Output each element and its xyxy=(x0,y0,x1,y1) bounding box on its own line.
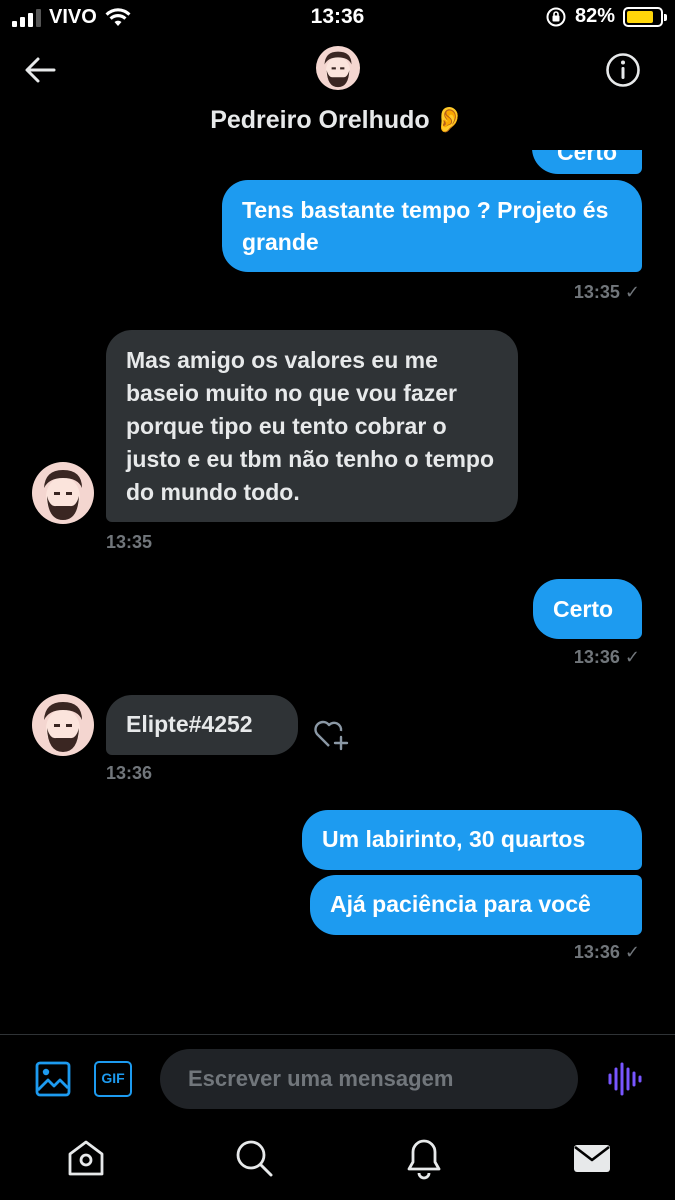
sent-check-icon: ✓ xyxy=(624,942,640,962)
message-composer: GIF xyxy=(0,1034,675,1122)
message-timestamp: 13:36 ✓ xyxy=(573,942,640,962)
sent-check-icon: ✓ xyxy=(624,282,640,302)
message-timestamp: 13:36 xyxy=(106,763,153,783)
message-bubble-incoming[interactable]: Elipte#4252 xyxy=(106,695,298,755)
search-icon[interactable] xyxy=(232,1136,276,1180)
message-bubble-incoming[interactable]: Mas amigo os valores eu me baseio muito … xyxy=(106,330,518,522)
header-avatar[interactable] xyxy=(316,46,360,90)
message-timestamp: 13:36 ✓ xyxy=(573,647,640,667)
message-bubble-outgoing[interactable]: Um labirinto, 30 quartos xyxy=(302,810,642,870)
messages-icon[interactable] xyxy=(570,1136,614,1180)
contact-avatar[interactable] xyxy=(32,694,94,756)
message-bubble-outgoing[interactable]: Certo xyxy=(533,579,642,639)
voice-message-icon[interactable] xyxy=(604,1059,644,1099)
battery-icon xyxy=(623,6,667,27)
back-arrow-icon[interactable] xyxy=(22,52,62,88)
status-right: 82% xyxy=(545,5,667,28)
info-icon[interactable] xyxy=(605,52,641,88)
ear-emoji: 👂 xyxy=(433,106,465,134)
contact-avatar[interactable] xyxy=(32,462,94,524)
home-icon[interactable] xyxy=(64,1136,108,1180)
dm-conversation-screen: VIVO 13:36 82% Certo Tens bastante tempo… xyxy=(0,0,675,1200)
gif-icon[interactable]: GIF xyxy=(94,1061,132,1097)
image-icon[interactable] xyxy=(33,1059,73,1099)
battery-percent: 82% xyxy=(574,5,615,27)
message-timestamp: 13:35 ✓ xyxy=(573,282,640,302)
orientation-lock-icon xyxy=(546,7,566,26)
add-reaction-heart-icon[interactable] xyxy=(312,716,350,752)
message-input[interactable] xyxy=(160,1049,578,1109)
notifications-icon[interactable] xyxy=(402,1136,446,1180)
battery-level xyxy=(627,10,654,23)
bottom-tab-bar xyxy=(0,1122,675,1200)
sent-check-icon: ✓ xyxy=(624,647,640,667)
message-timestamp: 13:35 xyxy=(106,532,153,552)
status-bar: VIVO 13:36 82% xyxy=(0,0,675,36)
conversation-header: Pedreiro Orelhudo 👂 xyxy=(0,36,675,150)
contact-name[interactable]: Pedreiro Orelhudo 👂 xyxy=(0,106,675,135)
message-bubble-outgoing[interactable]: Tens bastante tempo ? Projeto és grande xyxy=(222,180,642,272)
message-bubble-outgoing[interactable]: Ajá paciência para você xyxy=(310,875,642,935)
